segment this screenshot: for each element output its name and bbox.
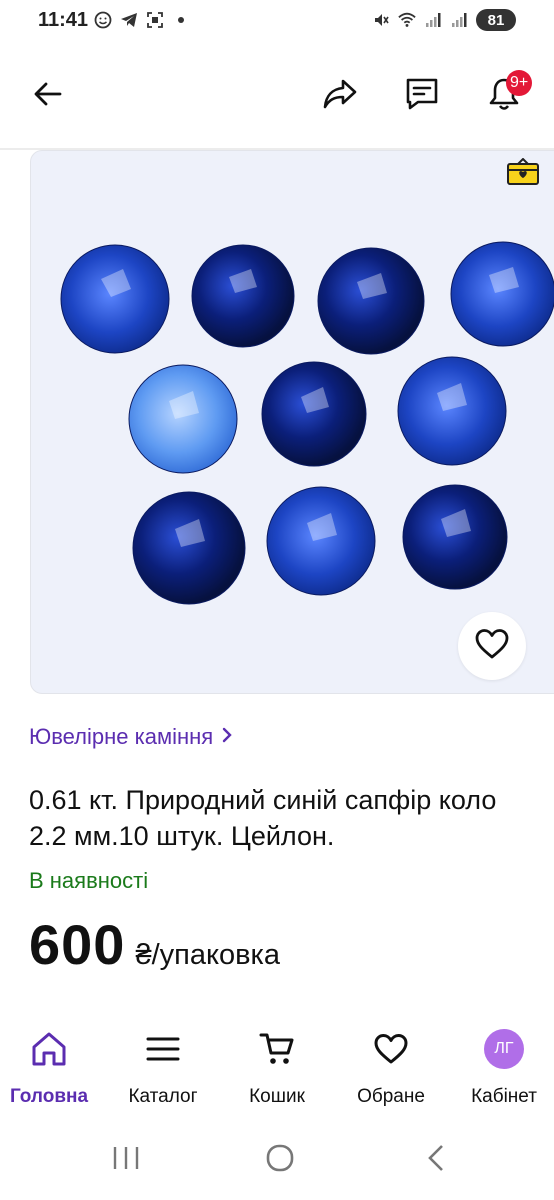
nav-item-catalog[interactable]: Каталог xyxy=(108,1022,218,1108)
availability-status: В наявності xyxy=(29,868,149,893)
nav-label-account: Кабінет xyxy=(471,1086,537,1107)
nav-item-home[interactable]: Головна xyxy=(0,1022,104,1108)
cart-icon xyxy=(259,1022,295,1076)
nav-item-cart[interactable]: Кошик xyxy=(222,1022,332,1108)
signal-icon xyxy=(424,11,442,29)
avatar: ЛГ xyxy=(484,1029,524,1069)
message-icon xyxy=(404,76,440,117)
chevron-right-icon xyxy=(221,724,233,750)
breadcrumb-label: Ювелірне каміння xyxy=(29,724,214,749)
add-to-favorites-button[interactable] xyxy=(458,612,526,680)
home-system-button[interactable] xyxy=(250,1138,310,1182)
chevron-left-icon xyxy=(425,1143,447,1178)
product-image[interactable] xyxy=(30,150,554,694)
heart-icon xyxy=(373,1022,409,1076)
arrow-left-icon xyxy=(32,78,64,115)
recent-apps-icon xyxy=(111,1145,141,1176)
back-system-button[interactable] xyxy=(406,1138,466,1182)
dot-icon xyxy=(172,11,190,29)
nav-label-catalog: Каталог xyxy=(128,1086,198,1107)
screenshot-icon xyxy=(146,11,164,29)
notifications-badge: 9+ xyxy=(506,70,533,96)
nav-label-home: Головна xyxy=(9,1086,89,1107)
system-navigation-bar xyxy=(0,1130,554,1190)
chat-button[interactable] xyxy=(398,72,446,120)
nav-label-cart: Кошик xyxy=(249,1086,305,1107)
signal-icon xyxy=(450,11,468,29)
product-title: 0.61 кт. Природний синій сапфір коло 2.2… xyxy=(29,785,497,851)
price-value: 600 xyxy=(29,913,126,976)
mute-icon xyxy=(372,11,390,29)
home-circle-icon xyxy=(265,1143,295,1178)
bottom-navigation: Головна Каталог Кошик Обране ЛГ Кабінет xyxy=(0,1022,554,1122)
app-bar: 9+ xyxy=(0,44,554,148)
nav-item-account[interactable]: ЛГ Кабінет xyxy=(449,1022,554,1108)
home-icon xyxy=(30,1022,68,1076)
sapphire-stones-image xyxy=(60,241,554,605)
status-bar: 11:41 81 xyxy=(0,0,554,44)
notifications-button[interactable]: 9+ xyxy=(480,70,533,120)
avatar-wrapper: ЛГ xyxy=(484,1022,524,1076)
heart-icon xyxy=(474,628,510,665)
wifi-icon xyxy=(398,11,416,29)
telegram-icon xyxy=(120,11,138,29)
price-unit: ₴/упаковка xyxy=(135,939,280,971)
share-button[interactable] xyxy=(316,72,364,120)
nav-label-favorites: Обране xyxy=(357,1086,425,1107)
notification-icons xyxy=(94,11,190,29)
recent-apps-button[interactable] xyxy=(96,1138,156,1182)
share-icon xyxy=(322,77,358,116)
nav-item-favorites[interactable]: Обране xyxy=(336,1022,446,1108)
emoji-icon xyxy=(94,11,112,29)
battery-indicator: 81 xyxy=(476,9,516,31)
system-icons: 81 xyxy=(372,9,516,31)
product-price: 600 ₴/упаковка xyxy=(29,912,280,977)
back-button[interactable] xyxy=(24,72,72,120)
status-time: 11:41 xyxy=(38,9,89,31)
menu-icon xyxy=(146,1022,180,1076)
gift-box-icon[interactable] xyxy=(506,157,540,186)
category-breadcrumb[interactable]: Ювелірне каміння xyxy=(29,724,233,750)
